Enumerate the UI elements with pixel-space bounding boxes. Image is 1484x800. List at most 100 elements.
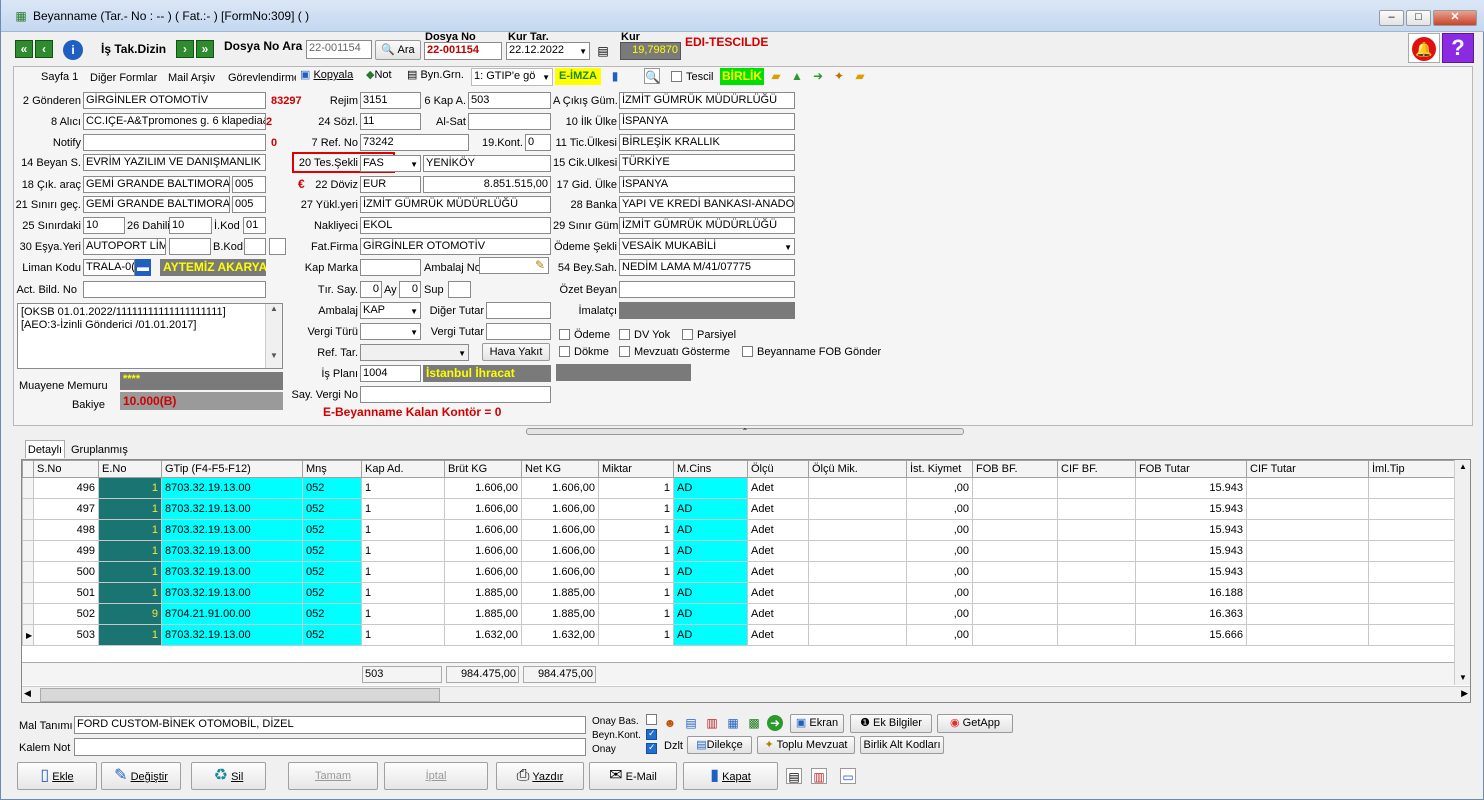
table-cell[interactable] <box>808 624 907 646</box>
sup-field[interactable] <box>448 281 471 298</box>
column-header[interactable]: FOB BF. <box>972 460 1058 478</box>
table-row[interactable]: 501 1 8703.32.19.13.00 052 1 1.885,00 1.885,00… <box>22 582 1455 604</box>
folder-up-icon[interactable]: ▲ <box>789 68 805 84</box>
table-cell[interactable] <box>1368 519 1455 541</box>
birlik-alt-kodlari-button[interactable]: Birlik Alt Kodları <box>860 736 944 754</box>
degistir-button[interactable]: ✎ Değiştir <box>101 762 181 790</box>
table-cell[interactable]: 1 <box>98 561 162 583</box>
table-cell[interactable] <box>972 624 1058 646</box>
table-cell[interactable]: 1 <box>598 624 674 646</box>
table-cell[interactable]: 501 <box>33 582 99 604</box>
kopyala-button[interactable]: ▣ Kopyala <box>300 68 362 85</box>
users-icon[interactable]: ☻ <box>662 715 678 731</box>
not-button[interactable]: ◆Not <box>366 68 406 85</box>
ara-button[interactable]: 🔍 Ara <box>375 40 421 60</box>
column-header[interactable]: Kap Ad. <box>361 460 445 478</box>
act-bild-field[interactable] <box>83 281 266 298</box>
table-cell[interactable]: 052 <box>302 519 362 541</box>
teslim-yeri-field[interactable]: YENİKÖY <box>423 155 551 172</box>
table-cell[interactable]: 1 <box>361 603 445 625</box>
table-cell[interactable]: 1 <box>598 603 674 625</box>
rejim-field[interactable]: 3151 <box>360 92 421 109</box>
table-cell[interactable]: 16.363 <box>1135 603 1247 625</box>
table-cell[interactable] <box>808 540 907 562</box>
table-cell[interactable]: 8703.32.19.13.00 <box>161 582 303 604</box>
table-cell[interactable] <box>972 519 1058 541</box>
scroll-down-icon[interactable]: ▼ <box>1455 671 1470 685</box>
table-cell[interactable] <box>1246 477 1369 499</box>
table-cell[interactable]: 1 <box>98 477 162 499</box>
table-cell[interactable]: 8703.32.19.13.00 <box>161 519 303 541</box>
table-cell[interactable]: 1.606,00 <box>444 561 522 583</box>
table-cell[interactable] <box>1368 540 1455 562</box>
table-cell[interactable]: 503 <box>33 624 99 646</box>
dilekce-button[interactable]: ▤Dilekçe <box>687 736 752 754</box>
odeme-checkbox[interactable] <box>559 329 570 340</box>
splitter-handle[interactable]: ⌃ <box>526 428 964 436</box>
table-cell[interactable]: 1.606,00 <box>444 498 522 520</box>
table-cell[interactable]: 1.606,00 <box>444 477 522 499</box>
dahili-field[interactable]: 10 <box>169 217 212 234</box>
table-cell[interactable] <box>1246 624 1369 646</box>
tab-detayli[interactable]: Detaylı <box>25 440 65 458</box>
beyn-kont-checkbox[interactable] <box>646 728 657 740</box>
doviz-field[interactable]: EUR <box>360 176 421 193</box>
tab-mail-arsiv[interactable]: Mail Arşiv <box>168 71 215 86</box>
byn-grn-button[interactable]: ▤ Byn.Grn. <box>407 68 469 85</box>
table-cell[interactable]: 1 <box>98 498 162 520</box>
column-header[interactable]: Net KG <box>521 460 599 478</box>
table-cell[interactable] <box>972 477 1058 499</box>
list-icon[interactable]: ▤ <box>683 715 699 731</box>
dosya-no-field[interactable]: 22-001154 <box>424 42 502 60</box>
table-cell[interactable]: AD <box>673 561 748 583</box>
esya-yeri-field[interactable]: AUTOPORT LİM <box>83 238 166 255</box>
ambalaj-select[interactable]: KAP <box>360 302 421 319</box>
table-cell[interactable]: 1 <box>98 540 162 562</box>
table-cell[interactable]: 1.632,00 <box>521 624 599 646</box>
column-header[interactable]: Ölçü <box>747 460 809 478</box>
help-icon[interactable]: ? <box>1442 33 1474 63</box>
kalem-not-field[interactable] <box>74 738 586 756</box>
table-cell[interactable]: 1.885,00 <box>444 603 522 625</box>
minimize-button[interactable]: – <box>1379 10 1404 26</box>
bkod-field[interactable] <box>244 238 266 255</box>
bkod-extra-field[interactable] <box>269 238 286 255</box>
tab-sayfa-1[interactable]: Sayfa 1 <box>41 70 78 85</box>
cik-arac-field[interactable]: GEMİ GRANDE BALTIMORA <box>83 176 230 193</box>
table-cell[interactable]: 500 <box>33 561 99 583</box>
tamam-button[interactable]: Tamam <box>288 762 378 790</box>
next-record-button[interactable]: › <box>176 40 194 58</box>
table-cell[interactable]: 052 <box>302 477 362 499</box>
table-cell[interactable]: ,00 <box>906 624 973 646</box>
folder-icon[interactable]: ▰ <box>852 68 868 84</box>
table-cell[interactable]: 1 <box>598 519 674 541</box>
table-cell[interactable]: ,00 <box>906 561 973 583</box>
table-cell[interactable] <box>1368 624 1455 646</box>
alici-field[interactable]: CC.IÇE-A&Tpromones g. 6 klapedia&lt <box>83 113 266 130</box>
iptal-button[interactable]: İptal <box>384 762 488 790</box>
is-plani-field[interactable]: 1004 <box>360 365 421 382</box>
page-report-icon[interactable]: ▥ <box>811 768 827 784</box>
column-header[interactable]: CIF BF. <box>1057 460 1136 478</box>
scroll-right-icon[interactable]: ▶ <box>1461 688 1468 699</box>
table-cell[interactable] <box>1368 498 1455 520</box>
cikis-ulkesi-field[interactable]: TÜRKİYE <box>619 154 795 171</box>
e-imza-button[interactable]: E-İMZA <box>555 68 601 85</box>
kapat-button[interactable]: ▮ Kapat <box>683 762 778 790</box>
table-cell[interactable]: 1.632,00 <box>444 624 522 646</box>
table-cell[interactable] <box>1246 582 1369 604</box>
table-cell[interactable]: 496 <box>33 477 99 499</box>
table-cell[interactable]: 1.606,00 <box>521 540 599 562</box>
table-cell[interactable]: AD <box>673 624 748 646</box>
table-cell[interactable] <box>972 561 1058 583</box>
table-cell[interactable]: AD <box>673 603 748 625</box>
dv-yok-checkbox[interactable] <box>619 329 630 340</box>
table-cell[interactable]: 15.943 <box>1135 477 1247 499</box>
column-header[interactable]: FOB Tutar <box>1135 460 1247 478</box>
table-cell[interactable]: 1 <box>361 477 445 499</box>
table-cell[interactable] <box>1057 498 1136 520</box>
table-cell[interactable]: Adet <box>747 603 809 625</box>
table-cell[interactable]: 1 <box>598 498 674 520</box>
say-vergi-no-field[interactable] <box>360 386 551 403</box>
birlik-button[interactable]: BİRLİK <box>720 68 764 85</box>
